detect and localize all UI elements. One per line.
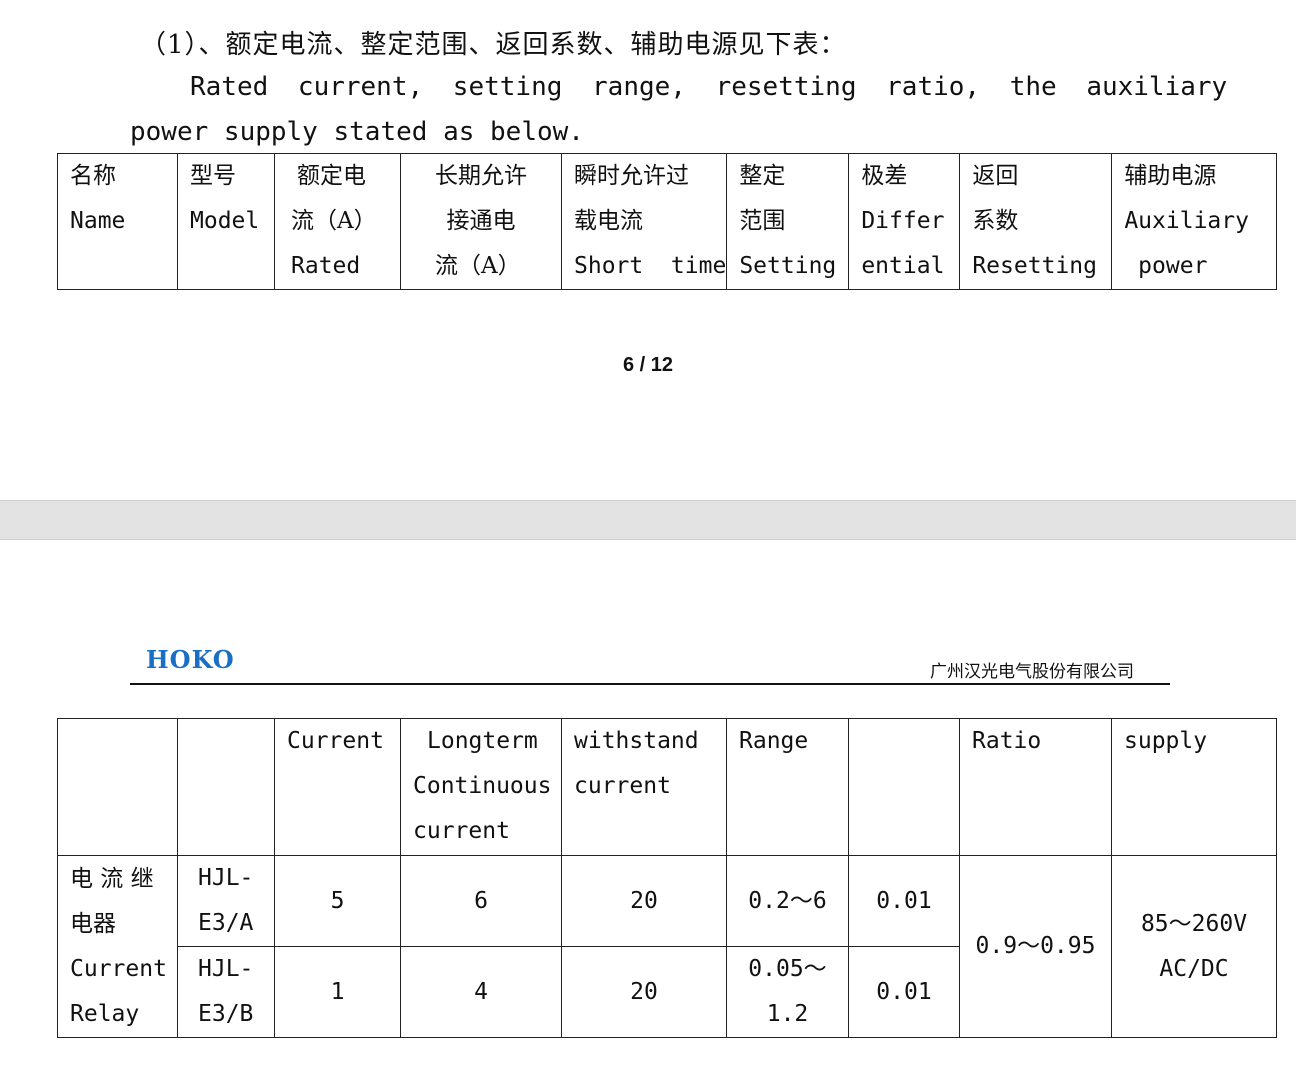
header-cell-resetting-ratio: 返回 系数 Resetting: [959, 153, 1113, 290]
header-cont-short-time-current: withstand current: [561, 718, 727, 856]
header-cell-name: 名称 Name: [57, 153, 178, 290]
table-cell-setting: 0.2～6: [726, 855, 849, 947]
header-cont-differential: [848, 718, 960, 856]
table-cell-rated: 1: [274, 946, 401, 1038]
table-cell-short-time: 20: [561, 946, 727, 1038]
header-cont-rated-current: Current: [274, 718, 401, 856]
page-number: 6 / 12: [622, 354, 674, 376]
header-cont-auxiliary-power: supply: [1111, 718, 1277, 856]
header-cell-rated-current: 额定电 流（A） Rated: [274, 153, 401, 290]
company-name: 广州汉光电气股份有限公司: [930, 662, 1134, 682]
table-cell-differential: 0.01: [848, 946, 960, 1038]
table-cell-rated: 5: [274, 855, 401, 947]
header-cell-setting-range: 整定 范围 Setting: [726, 153, 850, 290]
header-cont-resetting-ratio: Ratio: [959, 718, 1112, 856]
table-row-model: HJL- E3/B: [177, 946, 275, 1038]
product-name-cell: 电 流 继 电器 Current Relay: [57, 855, 178, 1038]
table-row-model: HJL- E3/A: [177, 855, 275, 947]
header-cell-model: 型号 Model: [177, 153, 275, 290]
table-cell-short-time: 20: [561, 855, 727, 947]
company-logo: HOKO: [146, 645, 235, 674]
intro-text-line-1: Rated current, setting range, resetting …: [190, 72, 1228, 102]
table-cell-setting: 0.05～ 1.2: [726, 946, 849, 1038]
spec-table: Current Longterm Continuous current withst…: [57, 718, 1277, 1038]
section-heading: （1）、额定电流、整定范围、返回系数、辅助电源见下表：: [140, 30, 847, 60]
header-cont-model: [177, 718, 275, 856]
header-cell-differential: 极差 Differ ential: [848, 153, 961, 290]
resetting-ratio-cell: 0.9～0.95: [959, 855, 1112, 1038]
header-cont-setting-range: Range: [726, 718, 849, 856]
table-cell-longterm: 4: [400, 946, 562, 1038]
spec-table-header: 名称 Name 型号 Model 额定电 流（A） Rated 长期允许 接通电 流（A） …: [57, 153, 1278, 290]
table-cell-differential: 0.01: [848, 855, 960, 947]
header-cell-short-time-current: 瞬时允许过 载电流 Short time: [560, 153, 728, 290]
header-cell-longterm-current: 长期允许 接通电 流（A）: [400, 153, 562, 290]
header-cell-auxiliary-power: 辅助电源 Auxiliary power: [1111, 153, 1278, 290]
header-cont-longterm-current: Longterm Continuous current: [400, 718, 562, 856]
intro-text-line-2: power supply stated as below.: [130, 117, 584, 147]
header-rule: [130, 683, 1170, 685]
header-cont-name: [57, 718, 178, 856]
aux-supply-cell: 85～260V AC/DC: [1111, 855, 1277, 1038]
page-separator: [0, 500, 1296, 540]
table-cell-longterm: 6: [400, 855, 562, 947]
